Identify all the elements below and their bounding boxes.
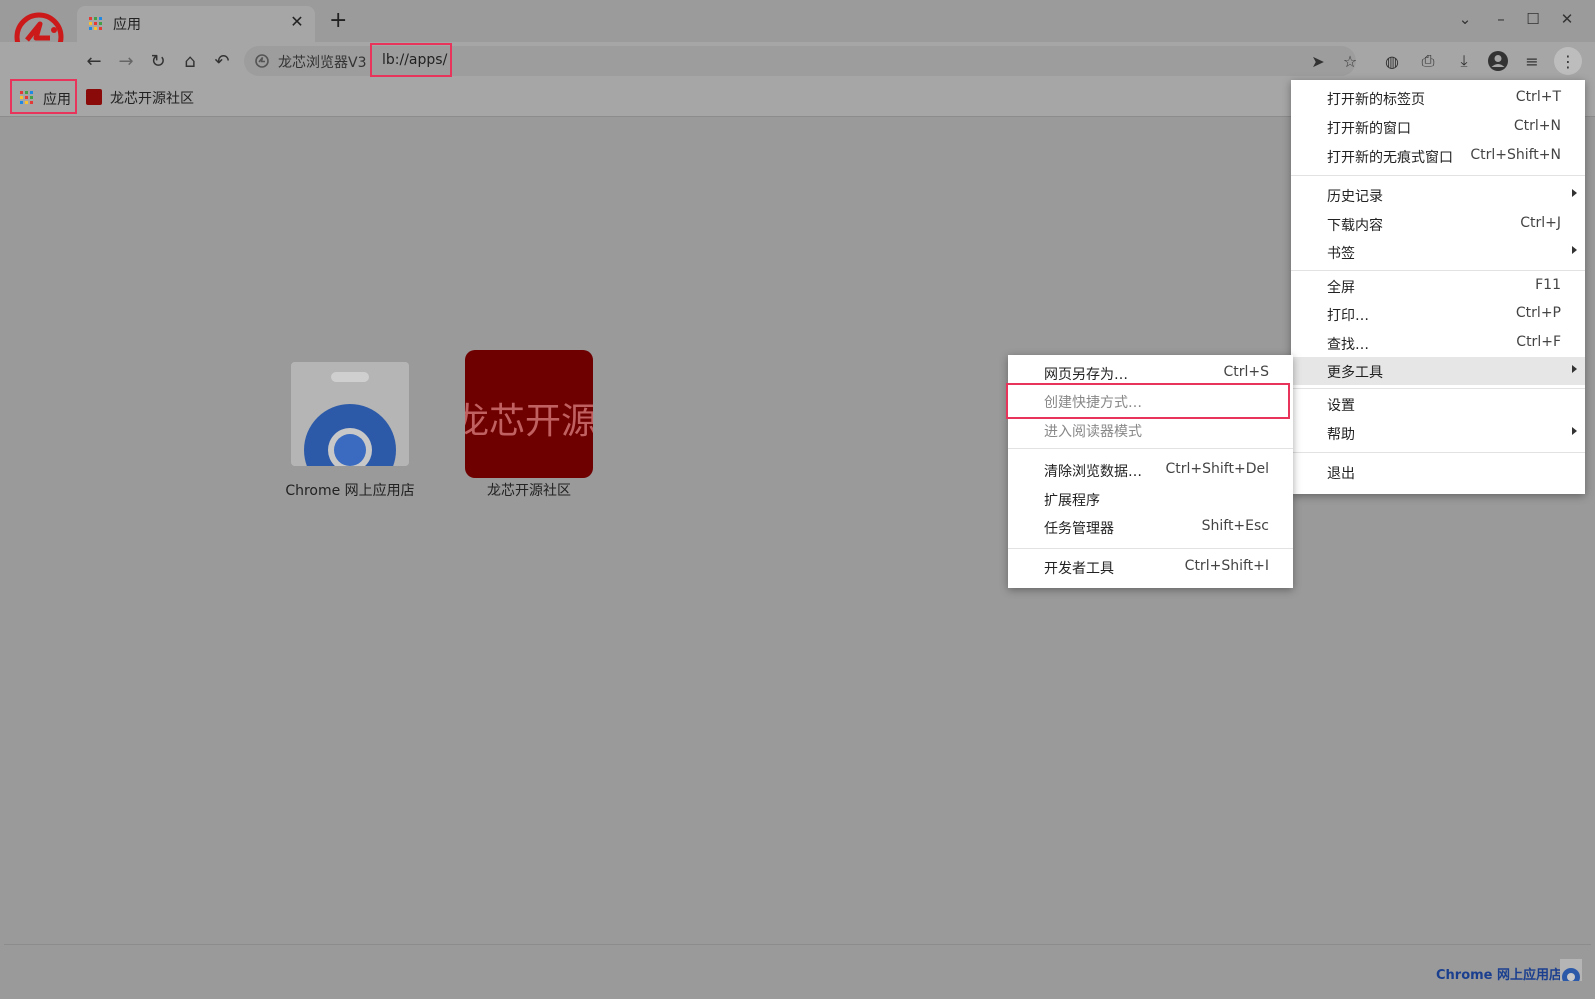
send-icon[interactable]: ➤ <box>1306 50 1330 72</box>
menu-more-tools[interactable]: 更多工具 <box>1291 357 1585 385</box>
menu-task-manager[interactable]: 任务管理器 Shift+Esc <box>1008 513 1293 541</box>
back-icon[interactable]: ← <box>81 48 107 74</box>
url-highlight[interactable]: lb://apps/ <box>370 43 452 77</box>
new-tab-icon[interactable]: + <box>329 10 347 32</box>
menu-exit[interactable]: 退出 <box>1291 458 1585 486</box>
store-link[interactable]: Chrome 网上应用店 <box>1436 964 1562 983</box>
menu-bookmarks[interactable]: 书签 <box>1291 238 1585 266</box>
create-shortcut-highlight <box>1006 383 1290 419</box>
tab-title: 应用 <box>113 17 141 33</box>
app-loongson-community[interactable]: 龙芯开源 <box>465 350 593 478</box>
menu-clear-data[interactable]: 清除浏览数据… Ctrl+Shift+Del <box>1008 456 1293 484</box>
globe-icon[interactable]: ◍ <box>1380 50 1404 72</box>
close-icon[interactable]: ✕ <box>288 12 306 31</box>
apps-grid-icon <box>89 17 102 30</box>
undo-icon[interactable]: ↶ <box>209 48 235 74</box>
app-chrome-store-label: Chrome 网上应用店 <box>285 483 415 499</box>
app-tile-text: 龙芯开源 <box>465 401 593 442</box>
submenu-arrow-icon <box>1572 427 1577 435</box>
menu-new-tab[interactable]: 打开新的标签页 Ctrl+T <box>1291 84 1585 112</box>
menu-extensions[interactable]: 扩展程序 <box>1008 485 1293 513</box>
community-favicon-icon <box>86 89 102 105</box>
title-bar: 应用 ✕ + ⌄ – ☐ ✕ <box>0 0 1595 62</box>
menu-settings[interactable]: 设置 <box>1291 390 1585 418</box>
chrome-store-icon <box>291 362 409 466</box>
home-icon[interactable]: ⌂ <box>177 48 203 74</box>
bookmark-star-icon[interactable]: ☆ <box>1338 50 1362 72</box>
submenu-arrow-icon <box>1572 246 1577 254</box>
chevron-down-icon[interactable]: ⌄ <box>1454 10 1476 28</box>
settings-sliders-icon[interactable]: ≡ <box>1520 50 1544 72</box>
site-label: 龙芯浏览器V3 <box>278 55 367 71</box>
menu-new-incognito[interactable]: 打开新的无痕式窗口 Ctrl+Shift+N <box>1291 142 1585 170</box>
tab-apps[interactable]: 应用 ✕ <box>77 6 315 42</box>
submenu-arrow-icon <box>1572 189 1577 197</box>
bookmark-apps-label: 应用 <box>43 92 71 108</box>
menu-fullscreen[interactable]: 全屏 F11 <box>1291 272 1585 300</box>
loongson-site-icon <box>255 54 269 68</box>
main-menu: 打开新的标签页 Ctrl+T 打开新的窗口 Ctrl+N 打开新的无痕式窗口 Ctrl… <box>1291 80 1585 494</box>
window-close-icon[interactable]: ✕ <box>1556 10 1578 28</box>
bookmark-apps[interactable]: 应用 <box>10 79 77 114</box>
status-bar: Chrome 网上应用店 <box>4 944 1591 999</box>
minimize-icon[interactable]: – <box>1490 10 1512 28</box>
apps-grid-icon <box>20 91 33 104</box>
toolbar: ← → ↻ ⌂ ↶ 龙芯浏览器V3 lb://apps/ ➤ ☆ ◍ ⎙ ⤓ ≡… <box>0 42 1595 80</box>
menu-help[interactable]: 帮助 <box>1291 419 1585 447</box>
menu-dev-tools[interactable]: 开发者工具 Ctrl+Shift+I <box>1008 553 1293 581</box>
forward-icon[interactable]: → <box>113 48 139 74</box>
reload-icon[interactable]: ↻ <box>145 48 171 74</box>
more-tools-submenu: 网页另存为… Ctrl+S 创建快捷方式… 进入阅读器模式 清除浏览数据… Ctrl… <box>1006 355 1293 588</box>
menu-downloads[interactable]: 下载内容 Ctrl+J <box>1291 210 1585 238</box>
menu-find[interactable]: 查找… Ctrl+F <box>1291 329 1585 357</box>
camera-icon[interactable]: ⎙ <box>1416 50 1440 72</box>
download-icon[interactable]: ⤓ <box>1452 50 1476 72</box>
address-bar[interactable]: 龙芯浏览器V3 lb://apps/ <box>244 43 1356 77</box>
menu-kebab-icon[interactable]: ⋮ <box>1554 47 1582 75</box>
maximize-icon[interactable]: ☐ <box>1522 10 1544 28</box>
avatar-icon[interactable] <box>1486 50 1510 72</box>
bookmark-community[interactable]: 龙芯开源社区 <box>110 88 194 108</box>
app-loongson-community-label: 龙芯开源社区 <box>487 483 571 499</box>
menu-print[interactable]: 打印… Ctrl+P <box>1291 300 1585 328</box>
url-text: lb://apps/ <box>382 52 448 68</box>
submenu-arrow-icon <box>1572 365 1577 373</box>
menu-reader-mode[interactable]: 进入阅读器模式 <box>1008 416 1293 444</box>
menu-new-window[interactable]: 打开新的窗口 Ctrl+N <box>1291 113 1585 141</box>
menu-history[interactable]: 历史记录 <box>1291 181 1585 209</box>
chrome-store-small-icon <box>1560 959 1582 981</box>
app-chrome-store[interactable] <box>291 362 409 466</box>
